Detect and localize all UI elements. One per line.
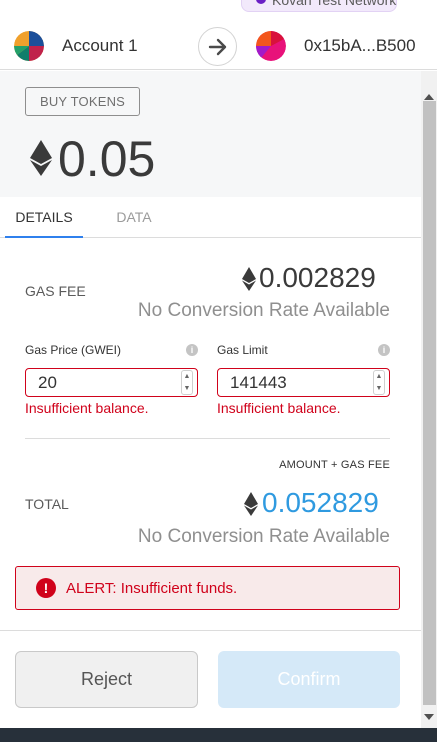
scroll-up-arrow[interactable] (421, 71, 437, 101)
buy-tokens-button[interactable]: BUY TOKENS (25, 87, 140, 116)
account-name[interactable]: Account 1 (62, 36, 138, 56)
gas-fee-value: 0.002829 (259, 262, 376, 293)
network-label: Kovan Test Network (272, 0, 397, 8)
chevron-up-icon[interactable]: ▲ (184, 373, 191, 380)
total-fiat: No Conversion Rate Available (137, 526, 390, 547)
gas-price-value: 20 (38, 372, 57, 392)
gas-limit-input[interactable]: 141443 (217, 368, 390, 397)
recipient-address[interactable]: 0x15bA...B500 (304, 36, 416, 56)
info-icon[interactable]: i (378, 344, 390, 356)
ethereum-icon (244, 492, 258, 516)
gas-fee-label: GAS FEE (25, 283, 86, 299)
tab-details[interactable]: DETAILS (5, 197, 83, 238)
send-arrow (198, 27, 237, 66)
gas-limit-error: Insufficient balance. (217, 400, 341, 416)
reject-button[interactable]: Reject (15, 651, 198, 708)
caret-down-icon[interactable] (424, 713, 434, 721)
ethereum-icon (242, 267, 256, 291)
arrow-right-icon (208, 38, 226, 55)
info-icon[interactable]: i (186, 344, 198, 356)
total-value: 0.052829 (262, 487, 379, 518)
gas-limit-stepper[interactable]: ▲ ▼ (373, 370, 385, 395)
gas-limit-label: Gas Limit (217, 343, 268, 357)
transaction-amount: 0.05 (58, 131, 156, 187)
gas-price-label: Gas Price (GWEI) (25, 343, 122, 357)
ethereum-icon (30, 140, 52, 176)
tab-data[interactable]: DATA (100, 197, 168, 237)
recipient-avatar (256, 31, 286, 61)
gas-price-error: Insufficient balance. (25, 400, 149, 416)
chevron-up-icon[interactable]: ▲ (376, 373, 383, 380)
gas-fee-fiat: No Conversion Rate Available (137, 300, 390, 321)
amount-plus-gas-label: AMOUNT + GAS FEE (279, 459, 390, 471)
taskbar-strip (0, 728, 437, 742)
scrollbar-thumb[interactable] (423, 101, 436, 705)
gas-price-stepper[interactable]: ▲ ▼ (181, 370, 193, 395)
chevron-down-icon[interactable]: ▼ (184, 385, 191, 392)
scroll-down-arrow[interactable] (421, 706, 437, 728)
section-divider (25, 438, 390, 439)
gas-price-input[interactable]: 20 (25, 368, 198, 397)
caret-up-icon[interactable] (424, 93, 434, 101)
gas-limit-value: 141443 (230, 372, 287, 392)
confirm-button[interactable]: Confirm (218, 651, 400, 708)
alert-text: ALERT: Insufficient funds. (66, 580, 238, 597)
alert-icon: ! (36, 578, 56, 598)
footer-divider (0, 630, 421, 631)
chevron-down-icon[interactable]: ▼ (376, 385, 383, 392)
total-label: TOTAL (25, 496, 69, 512)
account-avatar (14, 31, 44, 61)
